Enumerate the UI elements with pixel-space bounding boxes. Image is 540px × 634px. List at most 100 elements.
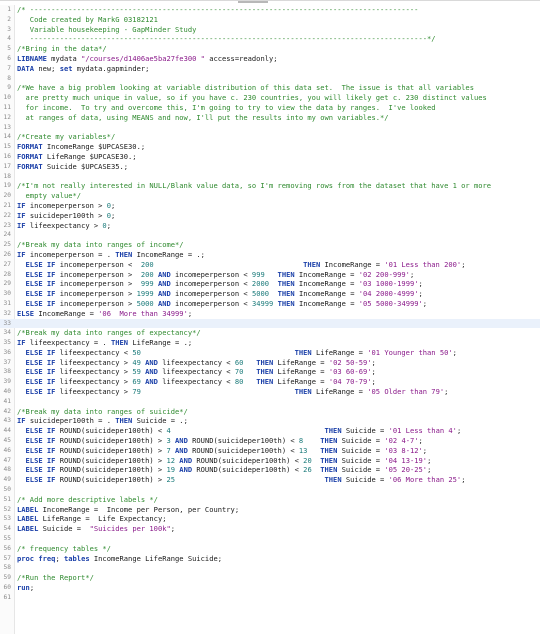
code-line[interactable]: 38 ELSE IF lifeexpectancy > 59 AND lifee… (0, 367, 540, 377)
code-line[interactable]: 12 at ranges of data, using MEANS and no… (0, 113, 540, 123)
code-line[interactable]: 24 (0, 230, 540, 240)
code-line[interactable]: 7 DATA new; set mydata.gapminder; (0, 64, 540, 74)
line-number: 56 (3, 544, 11, 552)
code-line[interactable]: 56 /* frequency tables */ (0, 544, 540, 554)
code-line[interactable]: 43 IF suicideper100th = . THEN Suicide = … (0, 416, 540, 426)
code-token: FORMAT (17, 151, 43, 161)
code-line[interactable]: 17 FORMAT Suicide $UPCASE35.; (0, 162, 540, 172)
code-line[interactable]: 29 ELSE IF incomeperperson > 999 AND inc… (0, 279, 540, 289)
code-line[interactable]: 60 run; (0, 583, 540, 593)
code-line[interactable]: 46 ELSE IF ROUND(suicideper100th) > 7 AN… (0, 446, 540, 456)
code-token: ; (452, 347, 457, 357)
code-token: /* Add more descriptive labels */ (17, 494, 158, 504)
code-line[interactable]: 47 ELSE IF ROUND(suicideper100th) > 12 A… (0, 456, 540, 466)
code-line[interactable]: 49 ELSE IF ROUND(suicideper100th) > 25 T… (0, 475, 540, 485)
code-token: incomeperperson < (170, 289, 252, 299)
code-line[interactable]: 9 /*We have a big problem looking at vari… (0, 83, 540, 93)
code-line[interactable]: 61 (0, 593, 540, 603)
code-line[interactable]: 21 IF incomeperperson > 0; (0, 201, 540, 211)
code-token: ; (427, 465, 432, 475)
code-line[interactable]: 6 LIBNAME mydata "/courses/d1406ae5ba27fe… (0, 54, 540, 64)
code-line[interactable]: 36 ELSE IF lifeexpectancy < 50 THEN Life… (0, 348, 540, 358)
code-line[interactable]: 33 (0, 318, 540, 329)
code-token: THEN (115, 249, 133, 259)
code-line[interactable]: 58 (0, 563, 540, 573)
code-line[interactable]: 59 /*Run the Report*/ (0, 573, 540, 583)
code-token: ; (456, 426, 462, 436)
code-line[interactable]: 14 /*Create my variables*/ (0, 132, 540, 142)
code-token: Suicide = (341, 475, 389, 485)
code-token: Variable housekeeping - GapMinder Study (17, 24, 197, 34)
code-line[interactable]: 26 IF incomeperperson = . THEN IncomeRang… (0, 250, 540, 260)
code-line[interactable]: 44 ELSE IF ROUND(suicideper100th) < 4 TH… (0, 426, 540, 436)
code-line[interactable]: 23 IF lifeexpectancy > 0; (0, 221, 540, 231)
code-token: ; (29, 583, 35, 593)
code-line[interactable]: 51 /* Add more descriptive labels */ (0, 495, 540, 505)
code-line[interactable]: 39 ELSE IF lifeexpectancy > 69 AND lifee… (0, 377, 540, 387)
code-line[interactable]: 42 /*Break my data into ranges of suicide… (0, 407, 540, 417)
code-token: lifeexpectancy > (55, 387, 133, 397)
code-line[interactable]: 2 Code created by MarkG 03182121 (0, 15, 540, 25)
code-editor[interactable]: 1 /* ------------------------------------… (0, 0, 540, 634)
code-token: THEN (277, 279, 295, 289)
code-line[interactable]: 30 ELSE IF incomeperperson > 1999 AND in… (0, 289, 540, 299)
code-line[interactable]: 18 (0, 172, 540, 182)
code-text: ELSE IF ROUND(suicideper100th) > 19 AND … (17, 465, 432, 475)
code-token: /* frequency tables */ (17, 543, 111, 553)
code-token: Suicide = (341, 426, 389, 436)
code-line[interactable]: 10 are pretty much unique in value, so i… (0, 93, 540, 103)
code-line[interactable]: 31 ELSE IF incomeperperson > 5000 AND in… (0, 299, 540, 309)
code-token: 5000 (251, 289, 270, 299)
code-line[interactable]: 52 LABEL IncomeRange = Income per Person,… (0, 505, 540, 515)
code-line[interactable]: 13 (0, 123, 540, 133)
code-line[interactable]: 53 LABEL LifeRange = Life Expectancy; (0, 514, 540, 524)
code-line[interactable]: 16 FORMAT LifeRange $UPCASE30.; (0, 152, 540, 162)
code-token: THEN (294, 387, 312, 397)
code-line[interactable]: 3 Variable housekeeping - GapMinder Stud… (0, 25, 540, 35)
code-line[interactable]: 57 proc freq; tables IncomeRange LifeRang… (0, 554, 540, 564)
code-line[interactable]: 54 LABEL Suicide = "Suicides per 100k"; (0, 524, 540, 534)
code-line[interactable]: 37 ELSE IF lifeexpectancy > 49 AND lifee… (0, 358, 540, 368)
code-line[interactable]: 11 for income. To try and overcome this,… (0, 103, 540, 113)
code-line[interactable]: 4 --------------------------------------… (0, 34, 540, 44)
code-token: '03 60-69' (328, 367, 372, 377)
code-text: IF lifeexpectancy > 0; (17, 221, 111, 231)
code-line[interactable]: 20 empty value*/ (0, 191, 540, 201)
code-line[interactable]: 8 (0, 74, 540, 84)
code-line[interactable]: 34 /*Break my data into ranges of expecta… (0, 328, 540, 338)
code-token: IncomeRange = Income per Person, per Cou… (38, 504, 240, 514)
code-text: /*Bring in the data*/ (17, 44, 107, 54)
code-line[interactable]: 27 ELSE IF incomeperperson < 200 THEN In… (0, 260, 540, 270)
code-line[interactable]: 15 FORMAT IncomeRange $UPCASE30.; (0, 142, 540, 152)
code-token: ELSE IF (17, 289, 56, 299)
code-lines[interactable]: 1 /* ------------------------------------… (0, 5, 540, 603)
code-line[interactable]: 32 ELSE IncomeRange = '06 More than 34999… (0, 309, 540, 319)
code-line[interactable]: 55 (0, 534, 540, 544)
code-token: 200 (140, 259, 154, 269)
code-line[interactable]: 50 (0, 485, 540, 495)
code-text: /* Add more descriptive labels */ (17, 495, 158, 505)
code-line[interactable]: 5 /*Bring in the data*/ (0, 44, 540, 54)
line-number: 23 (3, 221, 11, 229)
code-text: LABEL IncomeRange = Income per Person, p… (17, 505, 239, 515)
code-token: THEN (320, 436, 338, 446)
code-token: 34999 (251, 298, 274, 308)
code-line[interactable]: 1 /* ------------------------------------… (0, 5, 540, 15)
code-line[interactable]: 28 ELSE IF incomeperperson > 200 AND inc… (0, 270, 540, 280)
code-token: 49 (132, 357, 141, 367)
code-token: 5000 (136, 298, 154, 308)
code-line[interactable]: 48 ELSE IF ROUND(suicideper100th) > 19 A… (0, 465, 540, 475)
code-token: proc freq (17, 553, 56, 563)
code-line[interactable]: 40 ELSE IF lifeexpectancy > 79 THEN Life… (0, 387, 540, 397)
code-line[interactable]: 25 /*Break my data into ranges of income*… (0, 240, 540, 250)
code-line[interactable]: 35 IF lifeexpectancy = . THEN LifeRange =… (0, 338, 540, 348)
code-line[interactable]: 45 ELSE IF ROUND(suicideper100th) > 3 AN… (0, 436, 540, 446)
code-line[interactable]: 22 IF suicideper100th > 0; (0, 211, 540, 221)
code-token: ; (409, 269, 415, 279)
code-line[interactable]: 41 (0, 397, 540, 407)
code-line[interactable]: 19 /*I'm not really interested in NULL/Bl… (0, 181, 540, 191)
line-number: 1 (7, 6, 11, 13)
code-token: THEN (303, 259, 321, 269)
